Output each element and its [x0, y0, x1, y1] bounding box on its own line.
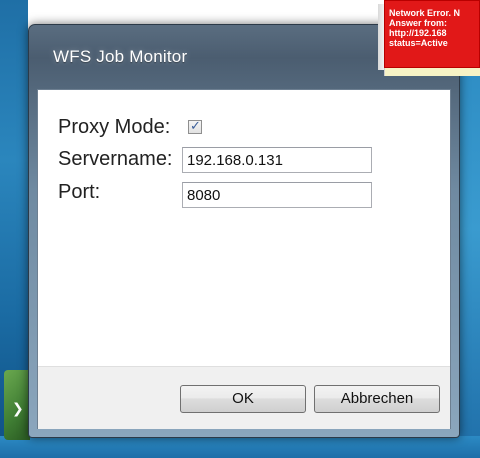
network-error-notification[interactable]: Network Error. N Answer from: http://192… [384, 0, 480, 68]
notification-footer [384, 68, 480, 76]
dialog-content: Proxy Mode: ✓ Servername: Port: OK Abbre… [37, 89, 451, 429]
proxy-mode-label: Proxy Mode: [58, 116, 171, 138]
desktop-gadget[interactable]: ❯ [4, 370, 30, 440]
desktop-background-bottom [0, 436, 480, 458]
ok-button[interactable]: OK [180, 385, 306, 413]
desktop-screen: ❯ WFS Job Monitor Proxy Mode: ✓ Serverna… [0, 0, 480, 458]
port-input[interactable] [182, 182, 372, 208]
notification-text: Network Error. N Answer from: http://192… [389, 8, 461, 48]
proxy-mode-checkbox[interactable]: ✓ [188, 118, 202, 134]
gadget-icon: ❯ [12, 400, 24, 416]
button-bar: OK Abbrechen [38, 366, 450, 429]
checkmark-icon: ✓ [190, 118, 201, 133]
window-title: WFS Job Monitor [53, 47, 188, 66]
servername-label: Servername: [58, 148, 173, 170]
port-label: Port: [58, 181, 101, 203]
cancel-button[interactable]: Abbrechen [314, 385, 440, 413]
servername-input[interactable] [182, 147, 372, 173]
dialog-window: WFS Job Monitor Proxy Mode: ✓ Servername… [28, 24, 460, 438]
